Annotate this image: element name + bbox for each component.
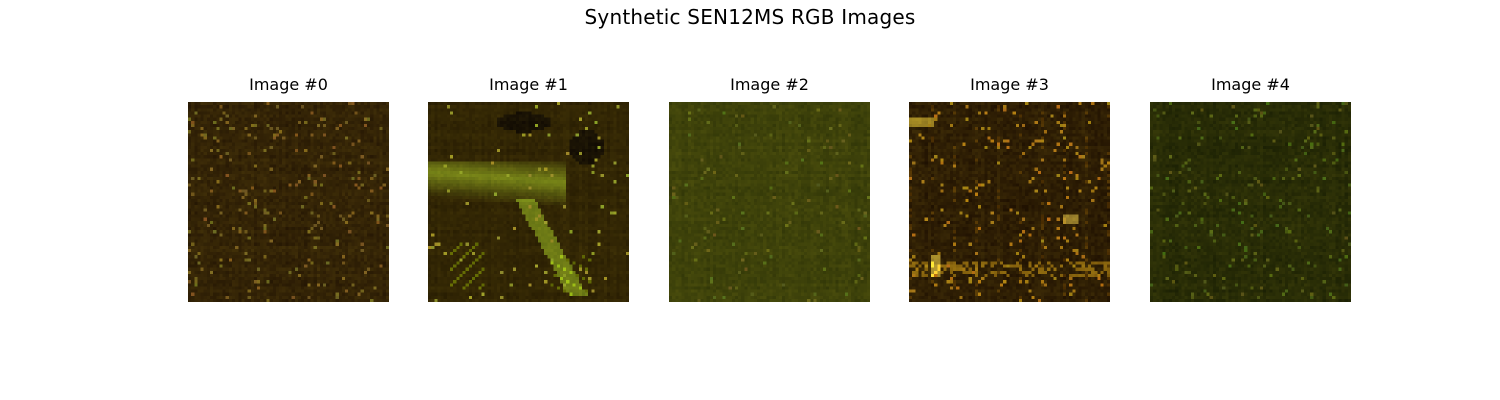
image-panel-title: Image #0 xyxy=(249,75,328,94)
satellite-image-2 xyxy=(669,102,870,302)
figure-canvas: Synthetic SEN12MS RGB Images Image #0 Im… xyxy=(0,0,1500,400)
image-panel-title: Image #2 xyxy=(730,75,809,94)
image-panel-0: Image #0 xyxy=(188,74,389,302)
satellite-image-1 xyxy=(428,102,629,302)
satellite-image-3 xyxy=(909,102,1110,302)
image-panel-1: Image #1 xyxy=(428,74,629,302)
image-panel-2: Image #2 xyxy=(669,74,870,302)
image-panel-title: Image #1 xyxy=(489,75,568,94)
satellite-image-4 xyxy=(1150,102,1351,302)
figure-title: Synthetic SEN12MS RGB Images xyxy=(584,5,916,29)
image-panel-title: Image #4 xyxy=(1211,75,1290,94)
image-panel-4: Image #4 xyxy=(1150,74,1351,302)
satellite-image-0 xyxy=(188,102,389,302)
image-panel-title: Image #3 xyxy=(970,75,1049,94)
image-panel-3: Image #3 xyxy=(909,74,1110,302)
